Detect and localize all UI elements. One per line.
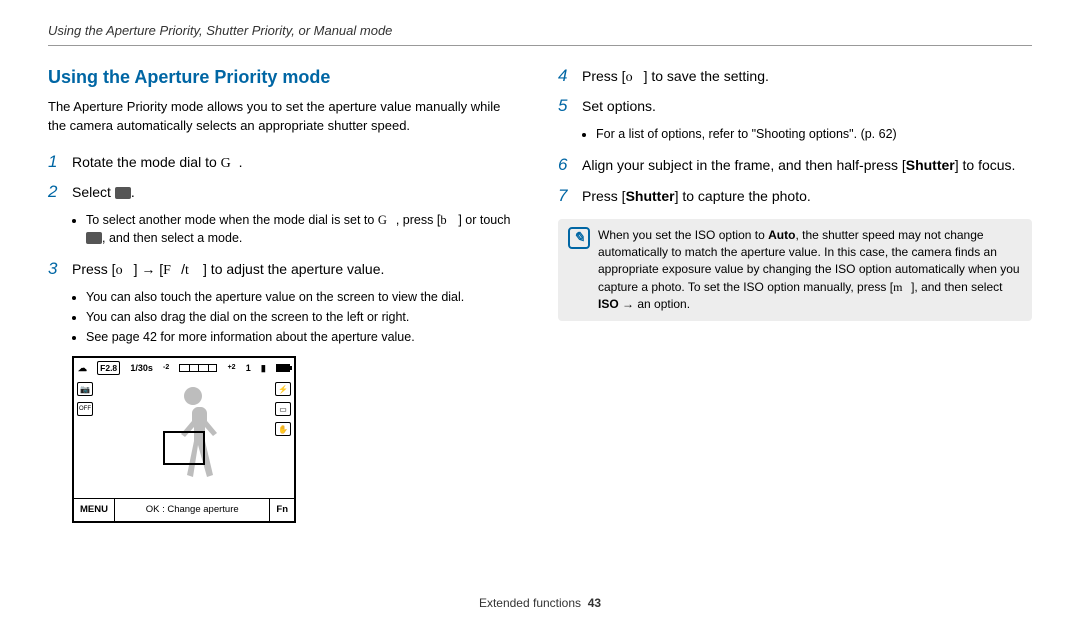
- text: When you set the ISO option to: [598, 228, 768, 242]
- step-number: 3: [48, 257, 62, 282]
- flash-icon: ⚡: [275, 382, 291, 396]
- battery-icon: [276, 364, 290, 372]
- off-icon: OFF: [77, 402, 93, 416]
- step-6: 6 Align your subject in the frame, and t…: [558, 153, 1032, 178]
- mode-touch-icon: [86, 232, 102, 244]
- shots-remaining: 1: [246, 362, 251, 375]
- cloud-icon: ☁: [78, 362, 87, 375]
- text: , and then select a mode.: [102, 231, 242, 245]
- step-3: 3 Press [o] → [F/t] to adjust the apertu…: [48, 257, 522, 282]
- text: To select another mode when the mode dia…: [86, 213, 378, 227]
- ev-lo: -2: [163, 363, 169, 373]
- shutter-bold: Shutter: [626, 188, 675, 204]
- step-number: 6: [558, 153, 572, 178]
- step-2: 2 Select .: [48, 180, 522, 205]
- text: , press [: [396, 213, 440, 227]
- step-3-sub-item: You can also drag the dial on the screen…: [86, 308, 522, 326]
- mode-dial-glyph: G: [378, 211, 396, 229]
- mode-icon: [115, 187, 131, 199]
- stabilize-icon: ✋: [275, 422, 291, 436]
- step-number: 5: [558, 94, 572, 119]
- step-5-sub-item: For a list of options, refer to "Shootin…: [596, 125, 1032, 143]
- text: → an option.: [619, 297, 690, 311]
- step-number: 2: [48, 180, 62, 205]
- section-intro: The Aperture Priority mode allows you to…: [48, 98, 522, 136]
- text: Align your subject in the frame, and the…: [582, 157, 906, 173]
- mode-dial-glyph: G: [221, 154, 239, 174]
- step-3-sub-item: See page 42 for more information about t…: [86, 328, 522, 346]
- step-number: 1: [48, 150, 62, 175]
- menu-label: MENU: [73, 498, 115, 522]
- text: ] to focus.: [955, 157, 1016, 173]
- step-4: 4 Press [o] to save the setting.: [558, 64, 1032, 89]
- lcd-top-bar: ☁ F2.8 1/30s -2 +2 1 ▮: [74, 358, 294, 378]
- size-icon: ▭: [275, 402, 291, 416]
- lcd-illustration: ☁ F2.8 1/30s -2 +2 1 ▮ 📷 OFF: [72, 356, 296, 523]
- text: ] or touch: [458, 213, 510, 227]
- lcd-body: 📷 OFF ⚡ ▭ ✋: [74, 378, 294, 498]
- step-2-sublist: To select another mode when the mode dia…: [86, 211, 522, 247]
- footer-section: Extended functions: [479, 596, 581, 610]
- text: ], and then select: [911, 280, 1002, 294]
- shutter-bold: Shutter: [906, 157, 955, 173]
- text: ] to save the setting.: [644, 68, 769, 84]
- menu-glyph: m: [893, 279, 911, 296]
- left-glyph: F: [163, 261, 181, 281]
- ok-glyph: o: [116, 261, 134, 281]
- step-7: 7 Press [Shutter] to capture the photo.: [558, 184, 1032, 209]
- ok-glyph: o: [626, 68, 644, 88]
- step-2-sub-item: To select another mode when the mode dia…: [86, 211, 522, 247]
- fn-label: Fn: [269, 498, 295, 522]
- auto-bold: Auto: [768, 228, 795, 242]
- breadcrumb: Using the Aperture Priority, Shutter Pri…: [48, 22, 1032, 46]
- step-5-text: Set options.: [582, 96, 1032, 116]
- ev-hi: +2: [228, 363, 236, 373]
- exposure-meter: [179, 364, 217, 372]
- text: Press [: [582, 68, 626, 84]
- step-3-sub-item: You can also touch the aperture value on…: [86, 288, 522, 306]
- card-icon: ▮: [261, 362, 266, 375]
- step-3-sublist: You can also touch the aperture value on…: [86, 288, 522, 346]
- text: ] to adjust the aperture value.: [203, 261, 384, 277]
- text: Press [: [582, 188, 626, 204]
- step-1: 1 Rotate the mode dial to G.: [48, 150, 522, 175]
- focus-frame: [163, 431, 205, 465]
- step-number: 7: [558, 184, 572, 209]
- drive-icon: 📷: [77, 382, 93, 396]
- right-glyph: t: [185, 261, 203, 281]
- step-5-sublist: For a list of options, refer to "Shootin…: [596, 125, 1032, 143]
- note-icon: ✎: [568, 227, 590, 249]
- section-title: Using the Aperture Priority mode: [48, 64, 522, 90]
- page-footer: Extended functions 43: [0, 595, 1080, 612]
- footer-page: 43: [588, 596, 601, 610]
- ok-hint: OK : Change aperture: [115, 499, 269, 521]
- step-number: 4: [558, 64, 572, 89]
- text: Press [: [72, 261, 116, 277]
- iso-bold: ISO: [598, 297, 619, 311]
- text: ] → [: [134, 261, 164, 277]
- back-glyph: b: [440, 211, 458, 229]
- left-column: Using the Aperture Priority mode The Ape…: [48, 64, 522, 523]
- shutter-value: 1/30s: [130, 362, 153, 375]
- lcd-bottom-bar: MENU OK : Change aperture Fn: [74, 498, 294, 521]
- step-5: 5 Set options.: [558, 94, 1032, 119]
- step-1-text: Rotate the mode dial to: [72, 154, 221, 170]
- right-column: 4 Press [o] to save the setting. 5 Set o…: [558, 64, 1032, 523]
- aperture-value: F2.8: [97, 361, 120, 375]
- text: ] to capture the photo.: [675, 188, 811, 204]
- step-2-text: Select: [72, 184, 115, 200]
- step-1-end: .: [239, 154, 243, 170]
- step-2-end: .: [131, 184, 135, 200]
- note-text: When you set the ISO option to Auto, the…: [598, 227, 1022, 314]
- note-box: ✎ When you set the ISO option to Auto, t…: [558, 219, 1032, 322]
